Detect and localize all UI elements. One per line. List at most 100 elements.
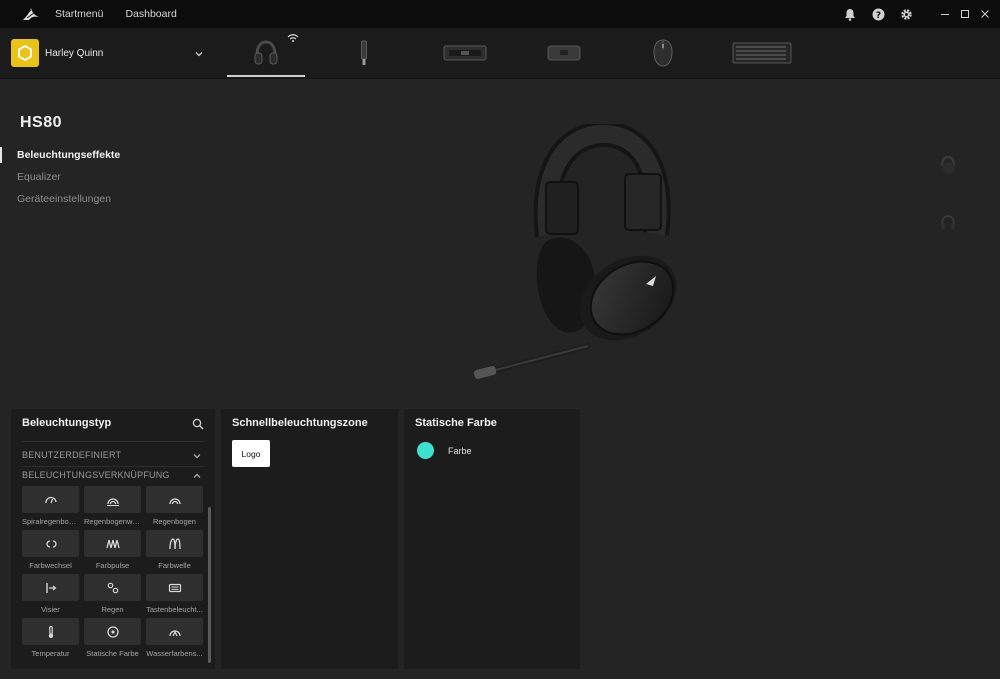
section-custom-label: BENUTZERDEFINIERT [22, 450, 122, 460]
color-wave-icon [168, 537, 181, 549]
static-color-panel: Statische Farbe Farbe [404, 409, 580, 669]
color-pulse-icon [105, 539, 120, 548]
gear-icon[interactable] [896, 4, 916, 24]
effect-color-pulse[interactable]: Farbpulse [84, 530, 141, 570]
minimize-icon[interactable] [938, 7, 952, 21]
effect-color-wave[interactable]: Farbwelle [146, 530, 203, 570]
effect-tile[interactable] [22, 486, 79, 513]
help-icon[interactable]: ? [868, 4, 888, 24]
device-side-nav: Beleuchtungseffekte Equalizer Geräteeins… [0, 145, 120, 211]
color-shift-icon [45, 539, 57, 548]
usb-dongle-icon [361, 40, 367, 65]
visor-icon [45, 582, 56, 593]
effect-label: Farbwelle [158, 561, 191, 570]
effect-tile[interactable] [22, 530, 79, 557]
device-tab-hub[interactable] [540, 28, 588, 78]
nav-device-settings[interactable]: Geräteeinstellungen [0, 189, 120, 211]
effect-label: Wasserfarbens... [146, 649, 203, 658]
chevron-down-icon[interactable] [193, 48, 205, 60]
effect-key-lighting[interactable]: Tastenbeleucht... [146, 574, 203, 614]
nav-equalizer[interactable]: Equalizer [0, 167, 120, 189]
profile-name: Harley Quinn [45, 47, 104, 59]
effect-label: Regenbogenwe... [84, 517, 141, 526]
bell-icon[interactable] [840, 4, 860, 24]
effect-label: Farbpulse [95, 561, 130, 570]
spiral-rainbow-icon [44, 496, 57, 503]
hub-icon [547, 45, 581, 61]
effect-temperature[interactable]: Temperatur [22, 618, 79, 658]
device-tab-headset[interactable] [227, 28, 305, 78]
device-title: HS80 [20, 114, 63, 131]
headset-front-view-thumbnail[interactable] [937, 154, 959, 176]
effects-scrollbar[interactable] [208, 507, 211, 663]
maximize-icon[interactable] [958, 7, 972, 21]
memory-module-icon [443, 45, 487, 61]
corsair-logo-icon[interactable] [21, 4, 41, 24]
effect-tile[interactable] [84, 618, 141, 645]
effect-rain[interactable]: Regen [84, 574, 141, 614]
watercolor-icon [168, 629, 181, 636]
headset-side-view-thumbnail[interactable] [937, 212, 959, 234]
quick-lighting-zone-panel: Schnellbeleuchtungszone Logo [221, 409, 398, 669]
zone-logo-button[interactable]: Logo [232, 440, 270, 467]
section-lighting-link-label: BELEUCHTUNGSVERKNÜPFUNG [22, 470, 170, 480]
device-tab-usb-dongle[interactable] [345, 28, 383, 78]
lighting-type-panel: Beleuchtungstyp BENUTZERDEFINIERT BELEUC… [11, 409, 215, 669]
rainbow-icon [168, 497, 181, 504]
effect-label: Temperatur [31, 649, 70, 658]
title-bar: Startmenü Dashboard ? [0, 0, 1000, 28]
mouse-icon [653, 39, 673, 67]
rainbow-wave-icon [106, 497, 119, 506]
color-swatch[interactable] [417, 442, 434, 459]
effect-tile[interactable] [146, 486, 203, 513]
device-tab-memory[interactable] [436, 28, 494, 78]
effect-rainbow[interactable]: Regenbogen [146, 486, 203, 526]
effect-tile[interactable] [146, 574, 203, 601]
quick-zone-title: Schnellbeleuchtungszone [232, 417, 368, 429]
close-icon[interactable] [978, 7, 992, 21]
effect-static-color[interactable]: Statische Farbe [84, 618, 141, 658]
headset-render [460, 121, 700, 384]
effect-label: Farbwechsel [29, 561, 72, 570]
effect-label: Regenbogen [153, 517, 196, 526]
section-lighting-link[interactable]: BELEUCHTUNGSVERKNÜPFUNG [22, 470, 202, 484]
lighting-type-title: Beleuchtungstyp [22, 417, 112, 429]
profile-badge [11, 39, 39, 67]
section-custom[interactable]: BENUTZERDEFINIERT [22, 450, 202, 464]
wireless-icon [287, 34, 299, 42]
effect-tile[interactable] [84, 574, 141, 601]
thermometer-icon [48, 625, 53, 638]
static-color-icon [106, 625, 119, 638]
keyboard-icon [168, 583, 181, 592]
nav-lighting-effects[interactable]: Beleuchtungseffekte [0, 145, 120, 167]
svg-text:?: ? [875, 10, 880, 20]
effect-tile[interactable] [84, 486, 141, 513]
effect-label: Regen [101, 605, 124, 614]
rain-icon [107, 582, 118, 593]
effect-tile[interactable] [84, 530, 141, 557]
effect-label: Tastenbeleucht... [146, 605, 203, 614]
divider [22, 466, 204, 467]
effect-tile[interactable] [146, 618, 203, 645]
effect-spiral-rainbow[interactable]: Spiralregenbog... [22, 486, 79, 526]
effect-visor[interactable]: Visier [22, 574, 79, 614]
chevron-down-icon [193, 454, 201, 459]
effect-tile[interactable] [22, 618, 79, 645]
effect-tile[interactable] [22, 574, 79, 601]
effect-label: Spiralregenbog... [22, 517, 79, 526]
nav-home[interactable]: Startmenü [55, 8, 103, 20]
color-label: Farbe [448, 446, 472, 456]
static-color-title: Statische Farbe [415, 417, 497, 429]
effect-rainbow-wave[interactable]: Regenbogenwe... [84, 486, 141, 526]
effect-color-shift[interactable]: Farbwechsel [22, 530, 79, 570]
device-tab-keyboard[interactable] [728, 28, 796, 78]
profile-selector[interactable]: Harley Quinn [11, 39, 103, 67]
effect-watercolor[interactable]: Wasserfarbens... [146, 618, 203, 658]
headset-icon [254, 40, 278, 65]
device-tab-mouse[interactable] [645, 28, 681, 78]
divider [22, 441, 204, 442]
keyboard-icon [732, 42, 792, 64]
nav-dashboard[interactable]: Dashboard [125, 8, 176, 20]
search-icon[interactable] [192, 418, 204, 430]
effect-tile[interactable] [146, 530, 203, 557]
